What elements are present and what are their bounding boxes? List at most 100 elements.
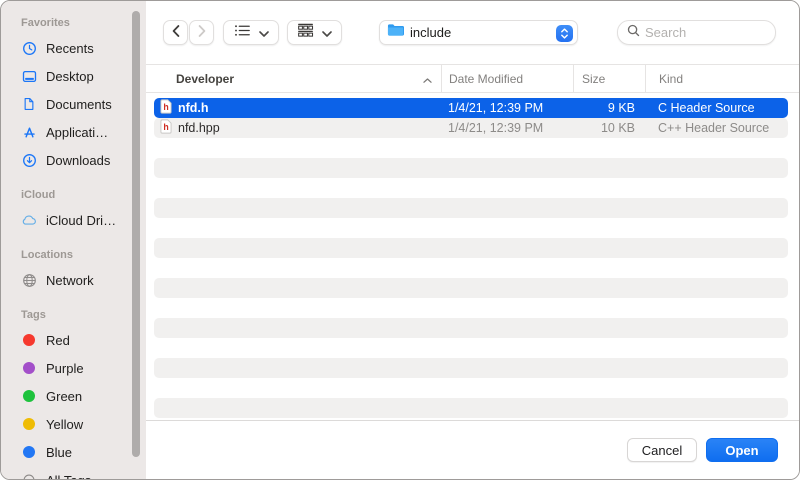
location-popup-label: include — [410, 25, 451, 40]
sidebar-item-label: Green — [46, 389, 82, 404]
tag-dot-blue-icon — [23, 446, 35, 458]
sidebar: Favorites Recents Desktop Documents — [1, 1, 146, 479]
view-mode-list-dropdown[interactable] — [223, 20, 279, 45]
sidebar-item-documents[interactable]: Documents — [1, 90, 146, 118]
list-view-icon — [234, 24, 251, 42]
column-header-size[interactable]: Size — [573, 65, 645, 92]
dialog-footer: Cancel Open — [146, 420, 799, 479]
empty-row-stripe — [154, 198, 788, 218]
file-name: nfd.h — [178, 101, 209, 115]
list-column-header: Developer Date Modified Size Kind — [146, 64, 799, 93]
open-button[interactable]: Open — [706, 438, 778, 462]
empty-row-stripes — [146, 138, 799, 418]
column-header-date-modified[interactable]: Date Modified — [441, 65, 573, 92]
section-title-icloud: iCloud — [21, 188, 146, 202]
svg-text:h: h — [163, 102, 168, 112]
open-file-dialog: Favorites Recents Desktop Documents — [0, 0, 800, 480]
chevron-left-icon — [172, 24, 180, 42]
sidebar-item-label: Desktop — [46, 69, 94, 84]
sidebar-item-label: Applicati… — [46, 125, 108, 140]
file-kind: C++ Header Source — [645, 121, 788, 135]
empty-row-stripe — [154, 138, 788, 158]
sidebar-item-label: Yellow — [46, 417, 83, 432]
svg-text:h: h — [163, 122, 168, 132]
empty-row-stripe — [154, 318, 788, 338]
column-header-label: Size — [582, 72, 605, 86]
sidebar-item-desktop[interactable]: Desktop — [1, 62, 146, 90]
search-field[interactable] — [617, 20, 776, 45]
column-header-name[interactable]: Developer — [146, 65, 441, 92]
chevron-right-icon — [198, 24, 206, 42]
back-button[interactable] — [163, 20, 188, 45]
file-size: 9 KB — [573, 101, 645, 115]
sidebar-item-recents[interactable]: Recents — [1, 34, 146, 62]
toolbar: include — [146, 1, 799, 64]
sidebar-section-icloud: iCloud iCloud Dri… — [1, 188, 146, 234]
column-header-label: Developer — [176, 72, 234, 86]
folder-icon — [387, 23, 404, 42]
sidebar-item-downloads[interactable]: Downloads — [1, 146, 146, 174]
sidebar-section-locations: Locations Network — [1, 248, 146, 294]
empty-row-stripe — [154, 378, 788, 398]
download-circle-icon — [21, 153, 37, 168]
section-title-tags: Tags — [21, 308, 146, 322]
app-store-icon — [21, 125, 37, 140]
forward-button[interactable] — [189, 20, 214, 45]
sidebar-item-icloud-drive[interactable]: iCloud Dri… — [1, 206, 146, 234]
all-tags-icon — [21, 473, 37, 479]
sidebar-item-label: Blue — [46, 445, 72, 460]
file-row-nfd-hpp[interactable]: h nfd.hpp 1/4/21, 12:39 PM 10 KB C++ Hea… — [154, 118, 788, 138]
empty-row-stripe — [154, 158, 788, 178]
section-title-favorites: Favorites — [21, 16, 146, 30]
sidebar-item-tag-red[interactable]: Red — [1, 326, 146, 354]
sidebar-item-label: Recents — [46, 41, 94, 56]
file-row-nfd-h[interactable]: h nfd.h 1/4/21, 12:39 PM 9 KB C Header S… — [154, 98, 788, 118]
empty-row-stripe — [154, 258, 788, 278]
file-list: h nfd.h 1/4/21, 12:39 PM 9 KB C Header S… — [146, 93, 799, 420]
column-header-label: Kind — [659, 72, 683, 86]
desktop-icon — [21, 69, 37, 84]
sidebar-item-label: Downloads — [46, 153, 110, 168]
file-name: nfd.hpp — [178, 121, 220, 135]
sidebar-item-applications[interactable]: Applicati… — [1, 118, 146, 146]
file-date-modified: 1/4/21, 12:39 PM — [441, 101, 573, 115]
tag-dot-purple-icon — [23, 362, 35, 374]
clock-icon — [21, 41, 37, 56]
tag-dot-yellow-icon — [23, 418, 35, 430]
grouping-icon — [297, 23, 314, 43]
tag-dot-green-icon — [23, 390, 35, 402]
chevron-down-icon — [322, 24, 332, 42]
sidebar-item-tag-purple[interactable]: Purple — [1, 354, 146, 382]
sidebar-item-tag-yellow[interactable]: Yellow — [1, 410, 146, 438]
sidebar-item-tag-blue[interactable]: Blue — [1, 438, 146, 466]
search-input[interactable] — [645, 25, 767, 40]
file-date-modified: 1/4/21, 12:39 PM — [441, 121, 573, 135]
section-title-locations: Locations — [21, 248, 146, 262]
sidebar-item-network[interactable]: Network — [1, 266, 146, 294]
sidebar-section-tags: Tags Red Purple Green Yellow Blue — [1, 308, 146, 479]
column-header-label: Date Modified — [449, 72, 523, 86]
empty-row-stripe — [154, 238, 788, 258]
sidebar-section-favorites: Favorites Recents Desktop Documents — [1, 16, 146, 174]
file-size: 10 KB — [573, 121, 645, 135]
tag-dot-red-icon — [23, 334, 35, 346]
sidebar-item-all-tags[interactable]: All Tags — [1, 466, 146, 479]
sidebar-item-label: Network — [46, 273, 94, 288]
sidebar-scrollbar-thumb[interactable] — [132, 11, 140, 457]
location-popup-button[interactable]: include — [379, 20, 578, 45]
main-panel: include Developer Date Modifi — [146, 1, 799, 479]
cloud-icon — [21, 214, 37, 226]
cancel-button[interactable]: Cancel — [627, 438, 697, 462]
sort-ascending-icon — [423, 72, 432, 86]
sidebar-item-label: iCloud Dri… — [46, 213, 116, 228]
sidebar-item-label: Documents — [46, 97, 112, 112]
group-by-dropdown[interactable] — [287, 20, 342, 45]
empty-row-stripe — [154, 398, 788, 418]
document-icon — [21, 97, 37, 111]
sidebar-item-tag-green[interactable]: Green — [1, 382, 146, 410]
column-header-kind[interactable]: Kind — [645, 65, 799, 92]
empty-row-stripe — [154, 278, 788, 298]
search-icon — [627, 24, 640, 42]
sidebar-item-label: All Tags — [46, 473, 91, 480]
empty-row-stripe — [154, 338, 788, 358]
